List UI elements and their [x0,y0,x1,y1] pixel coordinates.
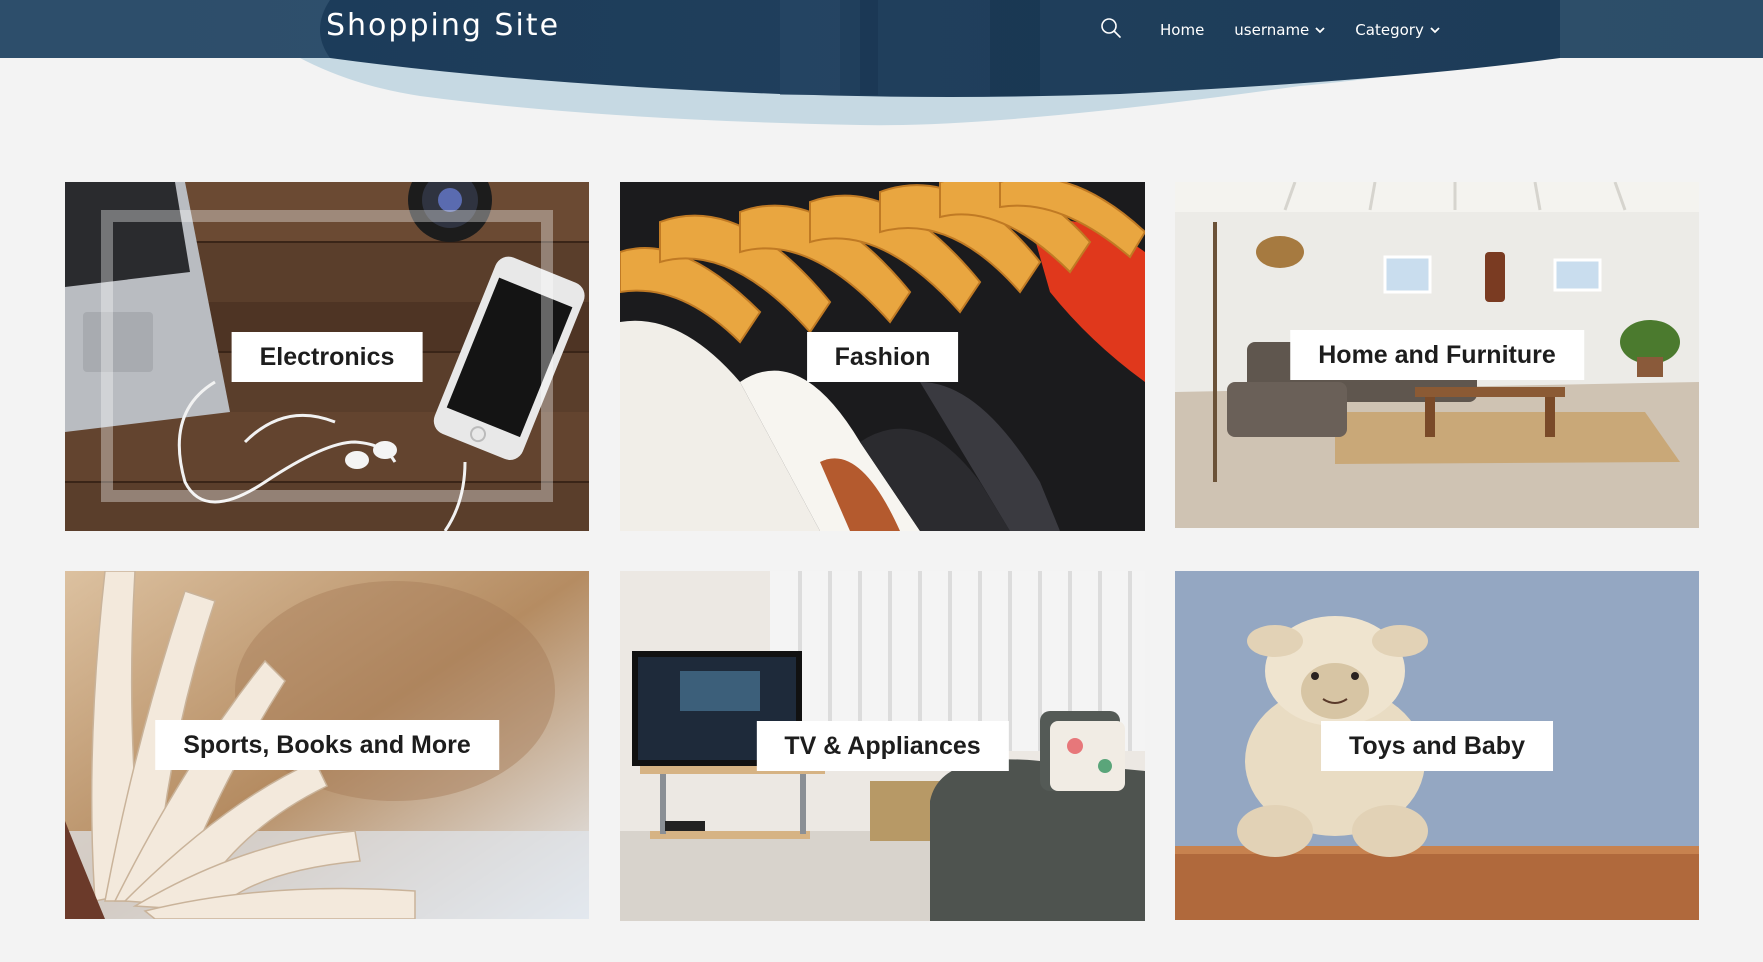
site-title[interactable]: Shopping Site [326,8,560,43]
user-menu-label: username [1234,21,1310,39]
category-tile-toys-and-baby[interactable]: Toys and Baby [1175,571,1699,920]
nav-home-label: Home [1160,21,1205,39]
category-label: Electronics [231,331,423,382]
search-icon [1100,17,1122,44]
top-nav: Home username Category [1098,17,1470,43]
header-wave-background [0,0,1763,126]
category-tile-tv-and-appliances[interactable]: TV & Appliances [620,571,1145,921]
category-tile-sports-books-and-more[interactable]: Sports, Books and More [65,571,589,919]
category-menu-label: Category [1355,21,1424,39]
category-tile-electronics[interactable]: Electronics [65,182,589,531]
chevron-down-icon [1430,26,1440,34]
user-menu-dropdown[interactable]: username [1234,21,1325,39]
category-label: TV & Appliances [756,721,1009,771]
chevron-down-icon [1315,26,1325,34]
page: Shopping Site Home username Category Ele… [0,0,1763,962]
search-button[interactable] [1098,17,1124,43]
category-tile-home-and-furniture[interactable]: Home and Furniture [1175,182,1699,528]
category-label: Home and Furniture [1290,330,1584,380]
category-tile-fashion[interactable]: Fashion [620,182,1145,531]
category-label: Toys and Baby [1321,720,1553,771]
nav-home-link[interactable]: Home [1160,21,1204,39]
site-header: Shopping Site Home username Category [0,0,1763,130]
category-menu-dropdown[interactable]: Category [1355,21,1440,39]
category-label: Fashion [806,331,959,382]
category-label: Sports, Books and More [155,720,499,770]
